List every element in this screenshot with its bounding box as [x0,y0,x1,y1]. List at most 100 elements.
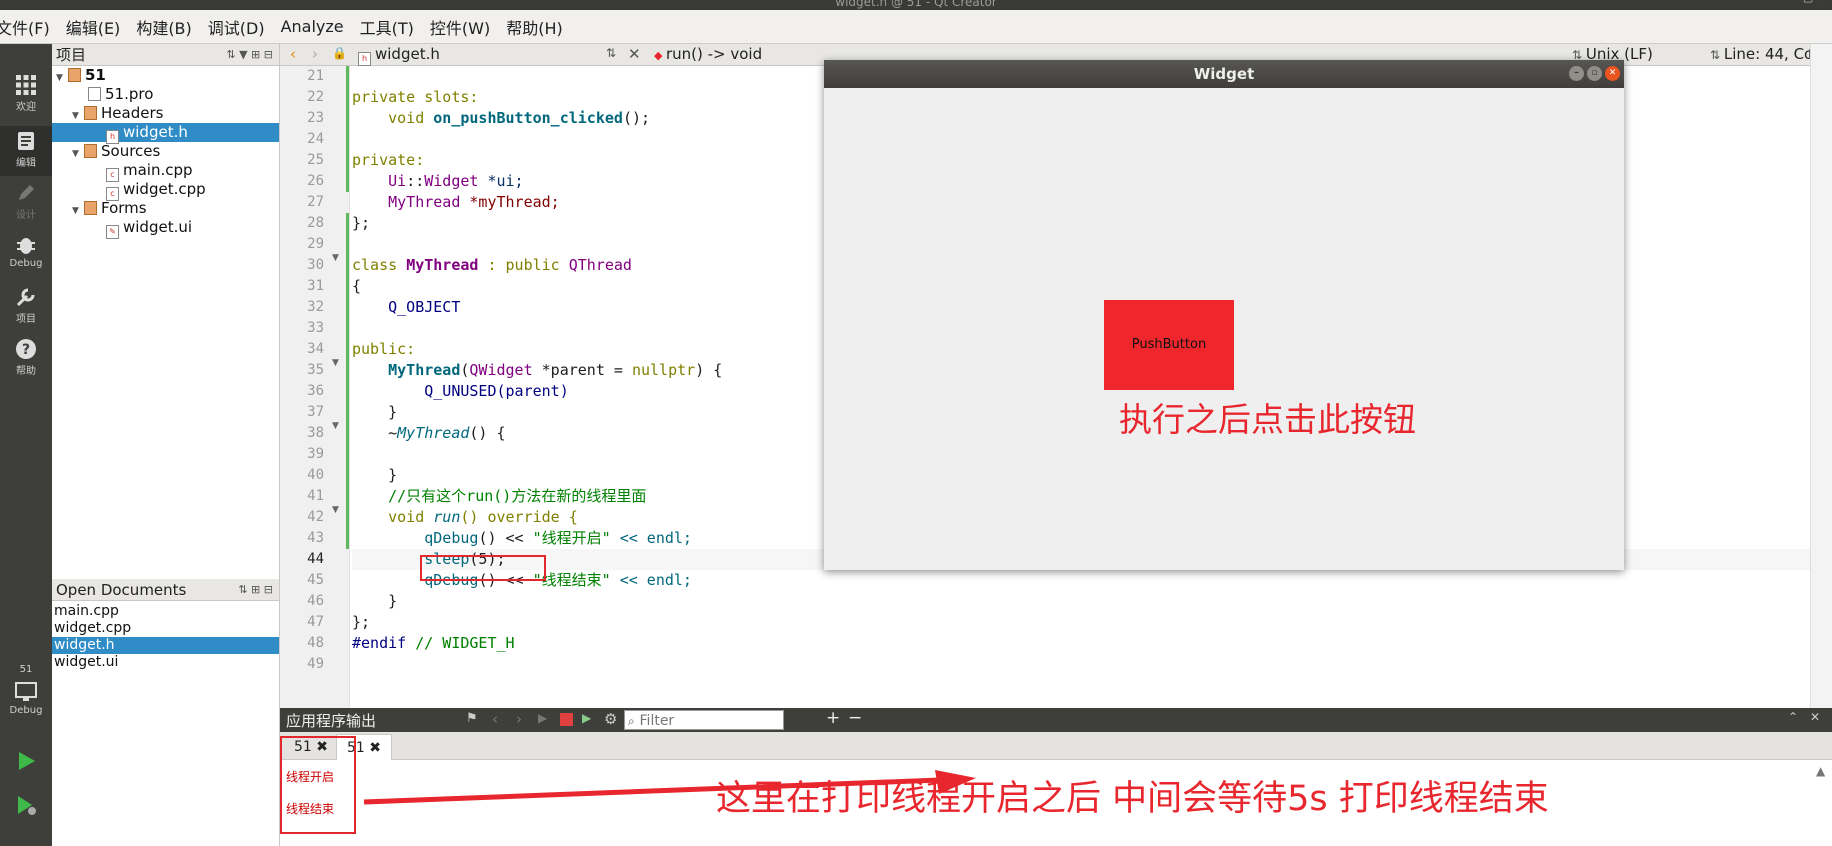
mode-help[interactable]: ? 帮助 [0,338,52,377]
button-annotation: 执行之后点击此按钮 [1119,400,1416,439]
folder-icon [84,201,97,215]
tree-item-widget-h[interactable]: h widget.h [52,123,279,144]
expand-icon: ▼ [72,206,79,216]
kit-selector[interactable]: 51 Debug [0,664,52,716]
line-number: 27 [307,194,324,210]
tree-item-pro[interactable]: 51.pro [88,85,153,104]
line-number: 25 [307,152,324,168]
code-line-36: Q_UNUSED(parent) [352,382,569,400]
svg-text:?: ? [22,342,30,358]
tree-item-forms[interactable]: ▼ Forms [72,199,147,218]
expand-icon: ▼ [72,149,79,159]
remove-icon[interactable]: − [848,708,862,728]
folder-icon [84,144,97,158]
code-line-35: MyThread(QWidget *parent = nullptr) { [352,361,723,379]
open-doc-item[interactable]: widget.h [52,637,279,654]
menu-tools[interactable]: 工具(T) [360,15,414,39]
close-file-icon[interactable]: ✕ [628,45,641,63]
menu-file[interactable]: 文件(F) [0,15,50,39]
open-doc-item[interactable]: widget.cpp [52,620,279,637]
fold-icon[interactable]: ▼ [332,421,339,431]
clear-icon[interactable]: ⚑ [466,711,478,726]
grid-icon [16,75,36,95]
debug-run-icon [18,796,36,815]
mode-label: 设计 [16,210,36,221]
open-doc-item[interactable]: widget.ui [52,654,279,671]
mode-debug[interactable]: Debug [0,234,52,269]
menu-debug[interactable]: 调试(D) [208,15,265,39]
settings-icon[interactable]: ⚙ [604,710,617,728]
prev-icon[interactable]: ‹ [492,710,498,728]
next-icon[interactable]: › [516,710,522,728]
menu-help[interactable]: 帮助(H) [506,15,563,39]
output-tabs: 51 ✖ 51 ✖ [280,732,1832,760]
maximize-pane-icon[interactable]: ⌃ [1788,710,1798,724]
menu-widgets[interactable]: 控件(W) [430,15,490,39]
stop-icon[interactable] [560,713,573,726]
tree-item-main-cpp[interactable]: c main.cpp [106,161,193,182]
pane-tools[interactable]: ⇅ ⊞ ⊟ [238,583,279,596]
line-number: 37 [307,404,324,420]
menu-build[interactable]: 构建(B) [136,15,191,39]
lock-icon: 🔒 [332,46,347,60]
line-number: 45 [307,572,324,588]
mode-label: 欢迎 [16,102,36,113]
back-icon[interactable]: ‹ [290,45,296,63]
tree-item-headers[interactable]: ▼ Headers [72,104,163,123]
close-pane-icon[interactable]: ✕ [1810,710,1820,724]
symbol-selector[interactable]: ◆ run() -> void [654,45,762,63]
mode-edit[interactable]: 编辑 [0,126,52,176]
minimize-button[interactable]: – [1569,66,1584,81]
tree-item-widget-cpp[interactable]: c widget.cpp [106,180,206,201]
close-tab-icon[interactable]: ✖ [369,740,381,756]
line-number: 22 [307,89,324,105]
bug-icon [17,238,35,254]
code-line-31: { [352,277,362,295]
code-line-43: qDebug() << "线程开启" << endl; [352,529,692,547]
fold-icon[interactable]: ▼ [332,358,339,368]
play-icon[interactable]: ▶ [538,711,547,725]
menu-analyze[interactable]: Analyze [281,17,344,36]
line-number: 46 [307,593,324,609]
kit-name: 51 [19,664,33,675]
filter-input[interactable]: ⌕ Filter [624,710,784,730]
add-icon[interactable]: + [826,708,840,728]
close-button[interactable]: ✕ [1605,66,1620,81]
mode-projects[interactable]: 项目 [0,286,52,325]
code-line-26: Ui::Widget *ui; [352,172,524,190]
fold-icon[interactable]: ▼ [332,505,339,515]
tree-item-sources[interactable]: ▼ Sources [72,142,160,161]
search-icon: ⌕ [628,714,635,728]
file-dropdown-icon[interactable]: ⇅ [606,46,616,60]
editor-scrollbar[interactable] [1810,44,1832,708]
push-button[interactable]: PushButton [1104,300,1234,390]
open-doc-item[interactable]: main.cpp [52,603,279,620]
widget-window-title: Widget [1193,65,1255,83]
tree-item-widget-ui[interactable]: ✎ widget.ui [106,218,192,239]
code-line-32: Q_OBJECT [352,298,461,316]
output-pane-header: 应用程序输出 ⚑ ‹ › ▶ ▶ ⚙ ⌕ Filter + − ⌃ ✕ [280,708,1832,732]
mode-design[interactable]: 设计 [0,182,52,221]
line-number: 43 [307,530,324,546]
run-button[interactable] [0,750,52,774]
maximize-button[interactable]: ▫ [1587,66,1602,81]
mode-label: 项目 [16,314,36,325]
kit-mode: Debug [9,705,43,716]
tree-item-project[interactable]: ▼ 51 [56,66,106,85]
forward-icon[interactable]: › [312,45,318,63]
mode-welcome[interactable]: 欢迎 [0,74,52,113]
fold-icon[interactable]: ▼ [332,253,339,263]
line-number: 23 [307,110,324,126]
menu-edit[interactable]: 编辑(E) [66,15,121,39]
pencil-icon [19,185,34,200]
line-number: 35 [307,362,324,378]
line-number-gutter: 21 22 23 24 25 26 27 28 29 30 31 32 33 34 35 36 37 38 39 40… [280,66,350,708]
pane-tools[interactable]: ⇅ ▼ ⊞ ⊟ [226,48,279,61]
code-line-41: //只有这个run()方法在新的线程里面 [352,487,647,505]
output-scroll-up-icon[interactable]: ▲ [1816,764,1825,778]
file-selector[interactable]: h widget.h [358,45,440,66]
line-number: 29 [307,236,324,252]
open-documents-title: Open Documents [56,580,187,599]
rerun-icon[interactable]: ▶ [582,711,591,725]
debug-run-button[interactable] [0,794,52,818]
